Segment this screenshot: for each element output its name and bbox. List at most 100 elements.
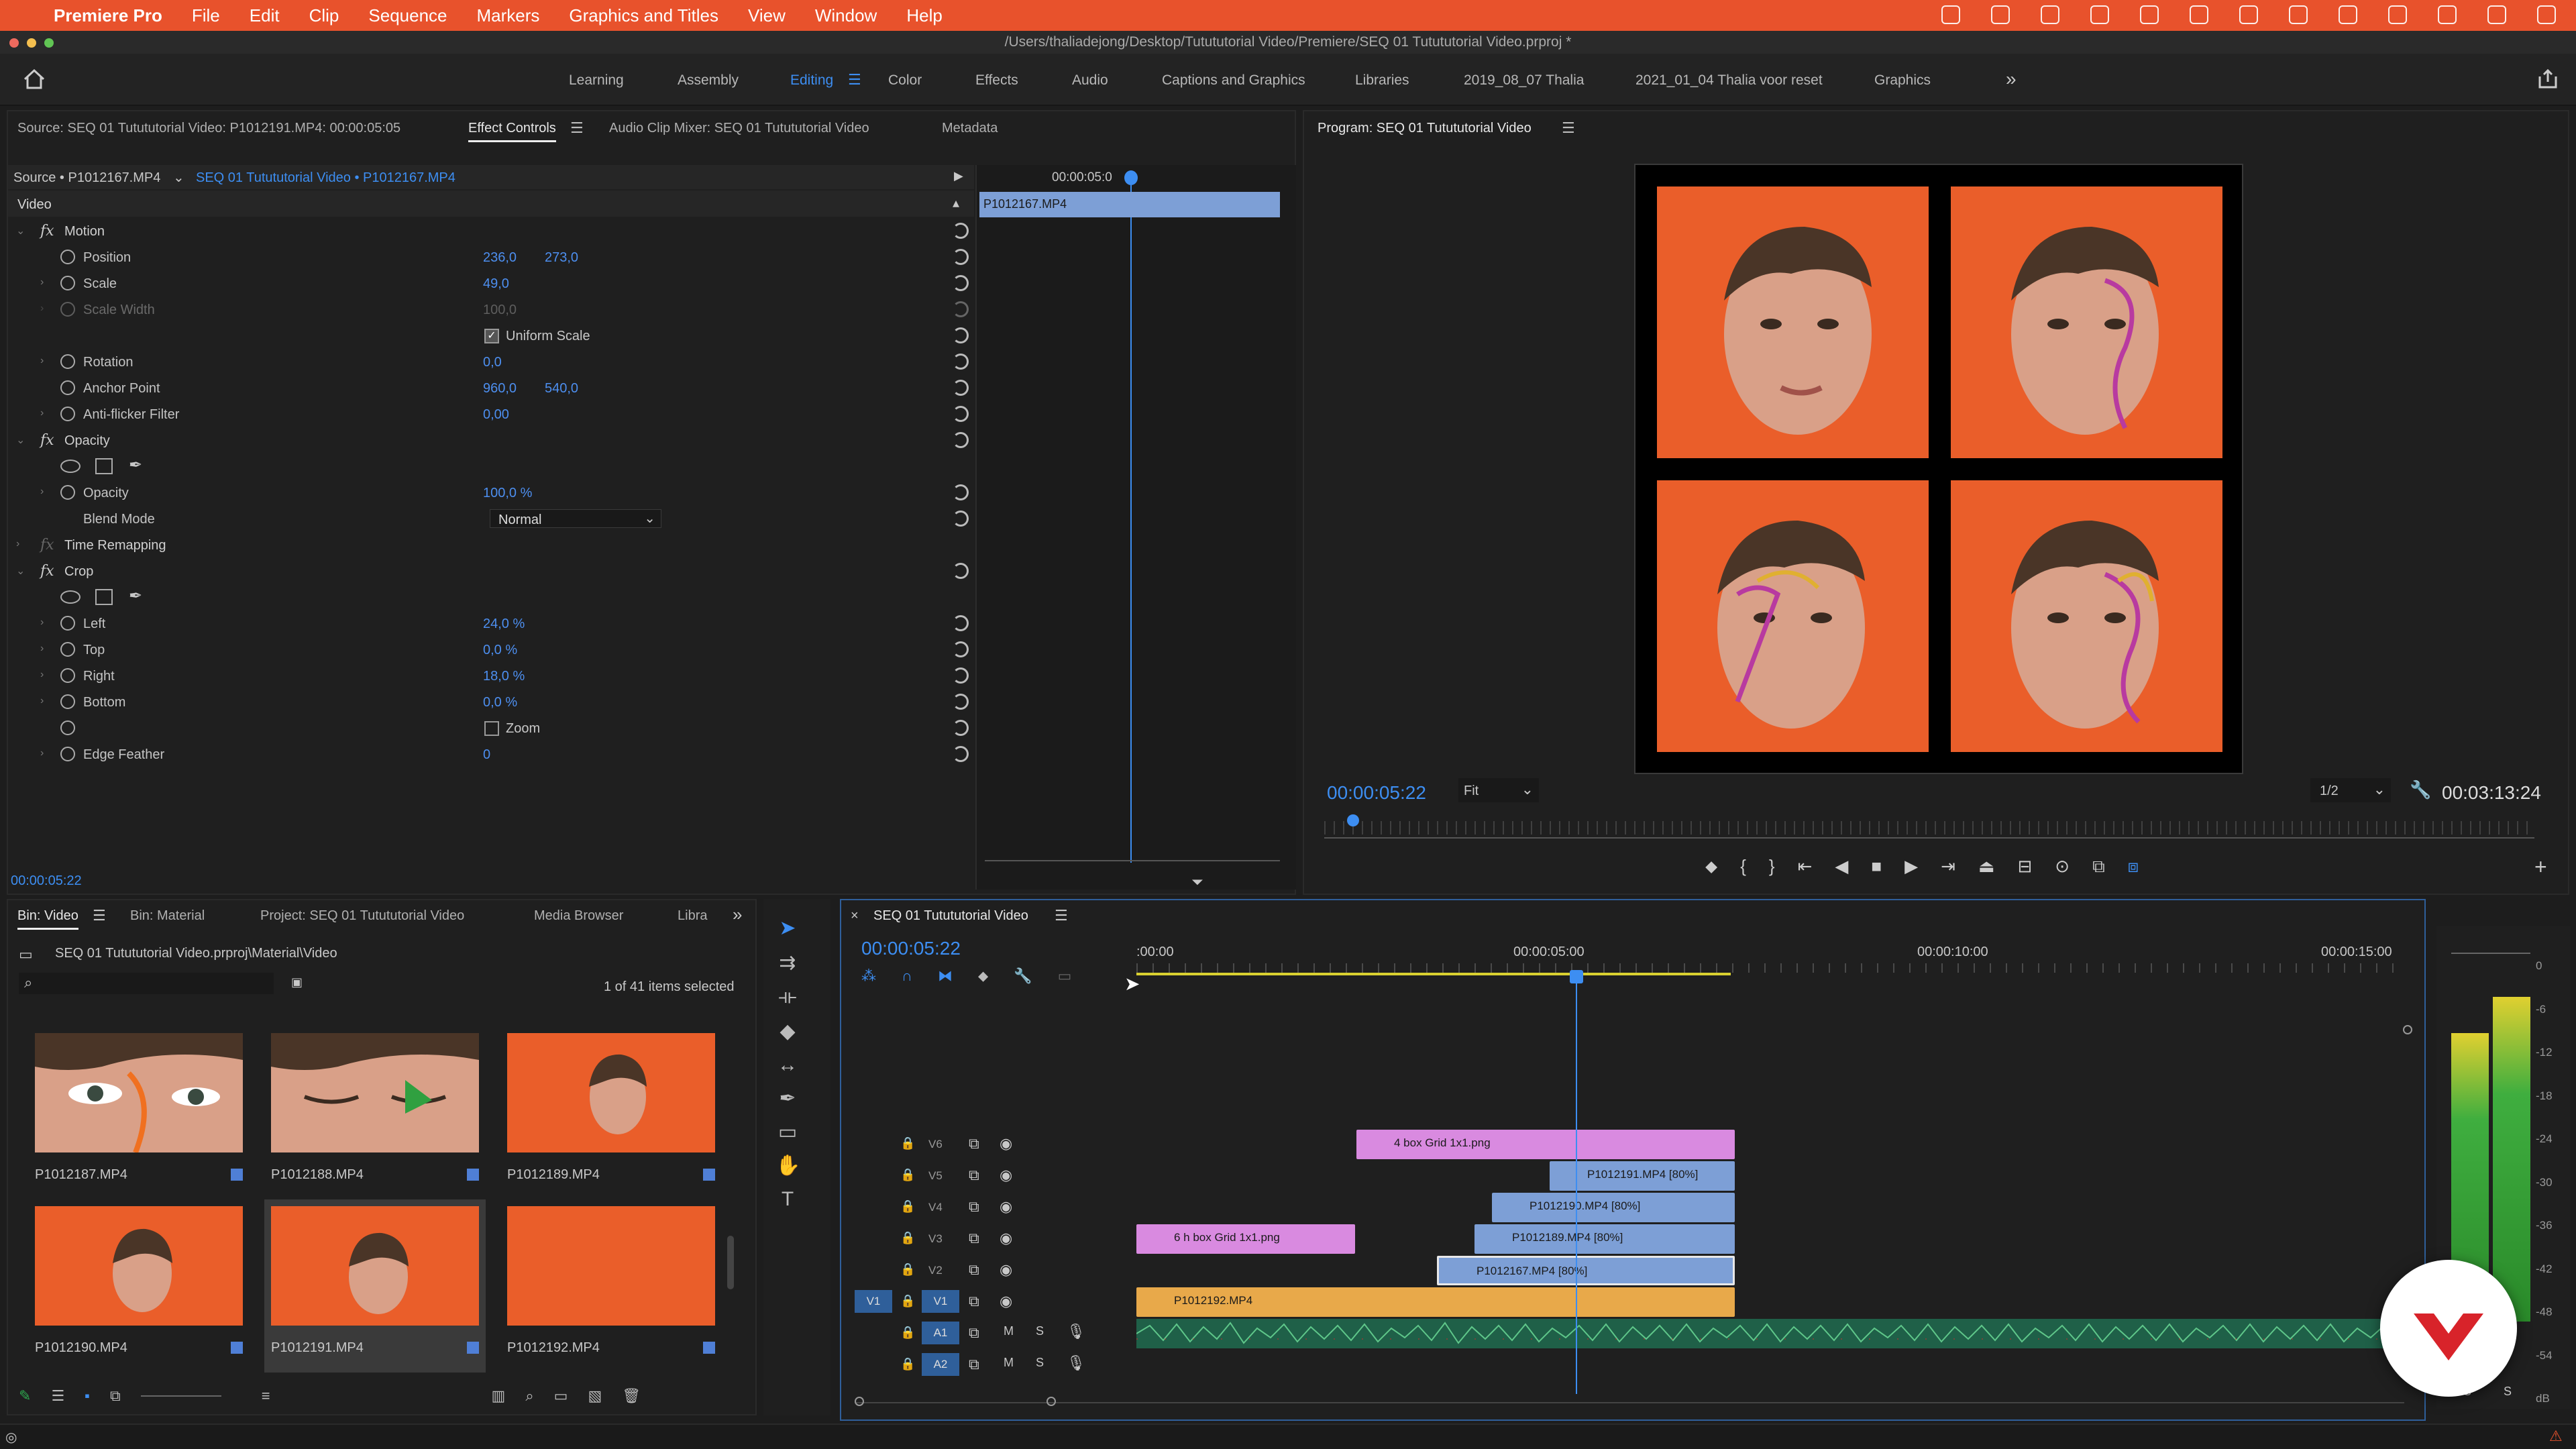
reset-icon[interactable] [953, 249, 969, 265]
menu-graphics[interactable]: Graphics and Titles [569, 5, 718, 26]
anchor-x-value[interactable]: 960,0 [483, 381, 517, 396]
program-title[interactable]: Program: SEQ 01 Tutututorial Video [1318, 121, 1532, 136]
pen-icon[interactable]: ✒ [775, 1087, 800, 1111]
clip-6-h-box-grid[interactable]: 6 h box Grid 1x1.png [1136, 1224, 1355, 1254]
ws-tab-thalia-reset[interactable]: 2021_01_04 Thalia voor reset [1635, 72, 1823, 89]
volume-icon[interactable] [2239, 5, 2258, 24]
ws-tab-color[interactable]: Color [888, 72, 922, 89]
sync-lock-icon[interactable]: ⧉ [969, 1135, 979, 1152]
twirl-icon[interactable]: › [40, 695, 44, 707]
twirl-icon[interactable]: › [40, 486, 44, 498]
ws-tab-editing[interactable]: Editing [790, 72, 833, 89]
mark-in-icon[interactable]: { [1740, 856, 1746, 883]
source-chevron-icon[interactable]: ⌄ [173, 169, 184, 186]
marker-icon[interactable]: ⬥ [1705, 856, 1717, 883]
stopwatch-icon[interactable] [60, 720, 75, 735]
bluetooth-icon[interactable] [2289, 5, 2308, 24]
blend-mode-select[interactable]: Normal ⌄ [490, 509, 661, 528]
bin-item-selected[interactable]: P1012191.MP4 [264, 1199, 486, 1373]
sync-lock-icon[interactable]: ⧉ [969, 1324, 979, 1342]
display-icon[interactable] [2041, 5, 2059, 24]
siri-icon[interactable] [2537, 5, 2556, 24]
menu-edit[interactable]: Edit [250, 5, 280, 26]
reset-icon[interactable] [953, 380, 969, 396]
v-zoom-handle[interactable] [2403, 1025, 2412, 1034]
stopwatch-icon[interactable] [60, 694, 75, 709]
step-back-icon[interactable]: ◀ [1835, 856, 1848, 883]
extract-icon[interactable]: ⊟ [2017, 856, 2032, 883]
panel-menu-icon[interactable]: ☰ [570, 119, 584, 137]
eye-icon[interactable]: ◉ [1000, 1261, 1012, 1279]
mini-clip[interactable]: P1012167.MP4 [979, 192, 1280, 217]
camera-icon[interactable]: ⊙ [2055, 856, 2070, 883]
reset-icon[interactable] [953, 406, 969, 422]
reset-icon[interactable] [953, 667, 969, 684]
track-select-icon[interactable]: ⇉ [775, 951, 800, 975]
stopwatch-icon[interactable] [60, 747, 75, 761]
program-video-frame[interactable] [1634, 164, 2243, 774]
ripple-edit-icon[interactable]: ⟛ [775, 985, 800, 1009]
new-search-bin-icon[interactable]: ▣ [291, 975, 303, 989]
tab-libraries[interactable]: Libra [678, 908, 707, 924]
reset-icon[interactable] [953, 511, 969, 527]
pen-mask-icon[interactable]: ✒ [129, 455, 142, 475]
bin-item[interactable]: P1012187.MP4 [35, 1033, 243, 1194]
ws-tab-learning[interactable]: Learning [569, 72, 624, 89]
sync-lock-icon[interactable]: ⧉ [969, 1198, 979, 1216]
filter-icon[interactable]: ⏷ [1191, 873, 1203, 891]
program-playhead[interactable] [1347, 814, 1359, 826]
sort-icon[interactable]: ≡ [262, 1387, 270, 1410]
sequence-clip-label[interactable]: SEQ 01 Tutututorial Video • P1012167.MP4 [196, 170, 455, 186]
tab-audio-mixer[interactable]: Audio Clip Mixer: SEQ 01 Tutututorial Vi… [609, 121, 869, 136]
twirl-icon[interactable]: › [40, 355, 44, 367]
compare-icon[interactable]: ⧉ [2092, 856, 2105, 883]
ec-timecode[interactable]: 00:00:05:22 [11, 873, 82, 889]
clip-p1012191[interactable]: P1012191.MP4 [80%] [1550, 1161, 1735, 1191]
stopwatch-icon[interactable] [60, 250, 75, 264]
tab-source[interactable]: Source: SEQ 01 Tutututorial Video: P1012… [17, 121, 400, 136]
fit-select[interactable]: Fit ⌄ [1458, 778, 1539, 802]
list-view-icon[interactable]: ☰ [51, 1387, 64, 1410]
stopwatch-icon[interactable] [60, 485, 75, 500]
fx-icon[interactable]: fx [40, 432, 54, 449]
sync-lock-icon[interactable]: ⧉ [969, 1356, 979, 1373]
program-zoom-bar[interactable] [1324, 837, 2534, 839]
position-x-value[interactable]: 236,0 [483, 250, 517, 266]
eye-icon[interactable]: ◉ [1000, 1198, 1012, 1216]
twirl-icon[interactable]: › [40, 276, 44, 288]
track-target-v1[interactable]: V1 [922, 1290, 959, 1313]
sync-lock-icon[interactable]: ⧉ [969, 1293, 979, 1310]
panel-menu-icon[interactable]: ☰ [1055, 907, 1068, 924]
panel-menu-icon[interactable]: ☰ [1562, 119, 1575, 137]
slip-icon[interactable]: ↔ [775, 1053, 800, 1077]
ws-menu-icon[interactable]: ☰ [848, 71, 861, 89]
close-window-button[interactable] [9, 38, 19, 48]
lift-icon[interactable]: ⏏ [1978, 856, 1995, 883]
menu-window[interactable]: Window [815, 5, 877, 26]
antiflicker-value[interactable]: 0,00 [483, 407, 509, 423]
warning-icon[interactable]: ⚠ [2549, 1428, 2563, 1445]
automate-icon[interactable]: ▥ [492, 1387, 506, 1410]
time-ruler[interactable]: :00:00 00:00:05:00 00:00:10:00 00:00:15:… [1136, 941, 2404, 981]
crop-bottom-value[interactable]: 0,0 % [483, 695, 517, 710]
zoom-checkbox[interactable] [484, 721, 499, 736]
rectangle-mask-icon[interactable] [95, 458, 113, 474]
twirl-icon[interactable]: › [16, 538, 19, 550]
program-ruler[interactable] [1324, 821, 2534, 835]
bin-item[interactable]: P1012188.MP4 [271, 1033, 479, 1194]
twirl-icon[interactable]: › [40, 747, 44, 759]
crop-top-value[interactable]: 0,0 % [483, 643, 517, 658]
crop-right-value[interactable]: 18,0 % [483, 669, 525, 684]
rotation-value[interactable]: 0,0 [483, 355, 502, 370]
wrench-icon[interactable]: 🔧 [2410, 780, 2431, 800]
eye-icon[interactable]: ◉ [1000, 1167, 1012, 1184]
sync-lock-icon[interactable]: ⧉ [969, 1230, 979, 1247]
stopwatch-icon[interactable] [60, 354, 75, 369]
go-to-in-icon[interactable]: ⇤ [1798, 856, 1813, 883]
fx-icon[interactable]: fx [40, 223, 54, 239]
menu-clip[interactable]: Clip [309, 5, 339, 26]
status-icon[interactable]: ◎ [5, 1429, 17, 1446]
stopwatch-icon[interactable] [60, 668, 75, 683]
mute-icon[interactable]: M [1004, 1356, 1014, 1370]
tab-effect-controls[interactable]: Effect Controls [468, 121, 556, 142]
